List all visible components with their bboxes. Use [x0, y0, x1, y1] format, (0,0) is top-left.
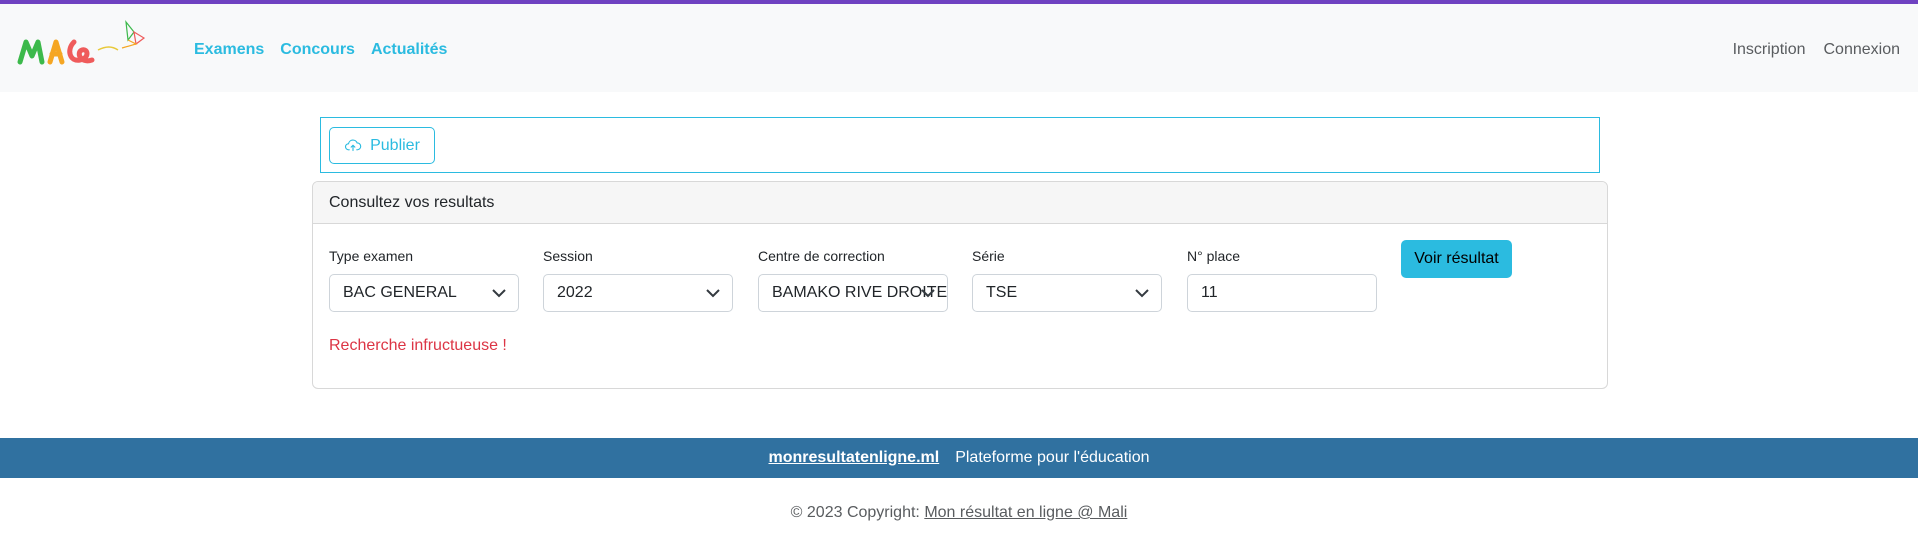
voir-resultat-button[interactable]: Voir résultat [1401, 240, 1512, 278]
copyright-link[interactable]: Mon résultat en ligne @ Mali [924, 504, 1127, 521]
field-label: Type examen [329, 248, 414, 264]
publish-button[interactable]: Publier [329, 127, 435, 164]
copyright: © 2023 Copyright: Mon résultat en ligne … [0, 504, 1918, 522]
field-label: Série [972, 248, 1005, 264]
field-type-examen: Type examen BAC GENERAL [329, 248, 519, 312]
footer-tagline: Plateforme pour l'éducation [955, 449, 1150, 466]
publish-label: Publier [370, 136, 420, 154]
cloud-upload-icon [345, 139, 362, 151]
select-value: 2022 [557, 284, 593, 301]
error-message: Recherche infructueuse ! [329, 337, 507, 354]
copyright-text: © 2023 Copyright: [790, 504, 925, 521]
publish-panel: Publier [320, 117, 1600, 173]
serie-select[interactable]: TSE [972, 274, 1162, 312]
field-session: Session 2022 [543, 248, 733, 312]
nav-link-actualites[interactable]: Actualités [371, 41, 447, 59]
type-examen-select[interactable]: BAC GENERAL [329, 274, 519, 312]
main-nav: Examens Concours Actualités [194, 41, 463, 59]
chevron-down-icon [1135, 289, 1149, 298]
field-numero-place: N° place 11 [1187, 248, 1377, 312]
nav-link-connexion[interactable]: Connexion [1824, 41, 1901, 59]
chevron-down-icon [921, 289, 935, 298]
nav-link-inscription[interactable]: Inscription [1733, 41, 1806, 59]
session-select[interactable]: 2022 [543, 274, 733, 312]
field-centre-correction: Centre de correction BAMAKO RIVE DROITE [758, 248, 948, 312]
logo[interactable] [16, 20, 156, 80]
select-value: BAC GENERAL [343, 284, 457, 301]
field-label: Centre de correction [758, 248, 885, 264]
select-value: TSE [986, 284, 1018, 301]
centre-correction-select[interactable]: BAMAKO RIVE DROITE [758, 274, 948, 312]
account-nav: Inscription Connexion [1715, 41, 1900, 59]
footer-bar: monresultatenligne.ml Plateforme pour l'… [0, 438, 1918, 478]
navbar: Examens Concours Actualités Inscription … [0, 4, 1918, 92]
chevron-down-icon [492, 289, 506, 298]
field-label: N° place [1187, 248, 1241, 264]
footer-site-link[interactable]: monresultatenligne.ml [769, 449, 940, 467]
field-serie: Série TSE [972, 248, 1162, 312]
results-search-card: Consultez vos resultats Type examen BAC … [312, 181, 1608, 389]
nav-link-examens[interactable]: Examens [194, 41, 264, 59]
field-label: Session [543, 248, 593, 264]
chevron-down-icon [706, 289, 720, 298]
card-title: Consultez vos resultats [313, 182, 1607, 224]
nav-link-concours[interactable]: Concours [280, 41, 355, 59]
numero-place-input[interactable]: 11 [1187, 274, 1377, 312]
